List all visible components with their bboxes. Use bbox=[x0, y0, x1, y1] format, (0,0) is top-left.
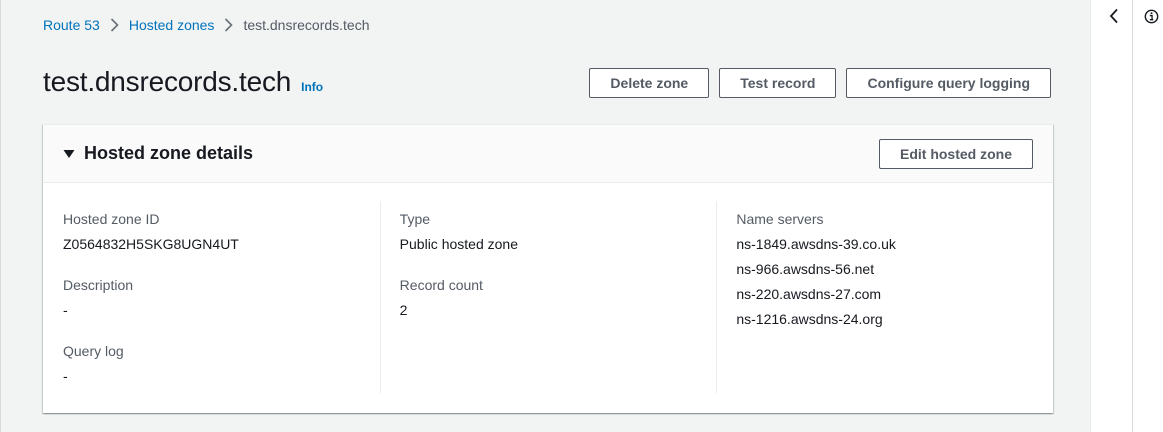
query-log-field: Query log - bbox=[63, 341, 360, 386]
hosted-zone-id-value: Z0564832H5SKG8UGN4UT bbox=[63, 236, 239, 252]
hosted-zone-id-label: Hosted zone ID bbox=[63, 211, 160, 227]
page-title: test.dnsrecords.tech bbox=[43, 66, 292, 97]
header-actions: Delete zone Test record Configure query … bbox=[589, 68, 1051, 98]
page-header: test.dnsrecords.tech Info bbox=[43, 66, 323, 98]
panel-body: Hosted zone ID Z0564832H5SKG8UGN4UT Desc… bbox=[43, 183, 1053, 413]
chevron-left-icon[interactable] bbox=[1105, 6, 1123, 26]
description-field: Description - bbox=[63, 275, 360, 320]
name-servers-field: Name servers ns-1849.awsdns-39.co.uk ns-… bbox=[736, 209, 1033, 329]
tools-rail bbox=[1090, 0, 1163, 432]
chevron-right-icon bbox=[110, 18, 119, 32]
name-server-item: ns-220.awsdns-27.com bbox=[736, 286, 882, 302]
name-servers-label: Name servers bbox=[736, 211, 824, 227]
breadcrumb: Route 53 Hosted zones test.dnsrecords.te… bbox=[43, 17, 370, 33]
name-server-item: ns-966.awsdns-56.net bbox=[736, 261, 875, 277]
panel-title: Hosted zone details bbox=[84, 143, 254, 163]
configure-query-logging-button[interactable]: Configure query logging bbox=[846, 68, 1051, 98]
hosted-zone-details-toggle[interactable]: Hosted zone details bbox=[63, 143, 253, 164]
query-log-label: Query log bbox=[63, 343, 124, 359]
caret-down-icon bbox=[63, 149, 75, 159]
name-server-item: ns-1216.awsdns-24.org bbox=[736, 311, 883, 327]
info-circle-icon[interactable] bbox=[1142, 7, 1160, 25]
breadcrumb-current: test.dnsrecords.tech bbox=[243, 17, 370, 33]
breadcrumb-route53[interactable]: Route 53 bbox=[43, 17, 100, 33]
rail-divider bbox=[1132, 0, 1133, 432]
query-log-value: - bbox=[63, 368, 68, 384]
info-link[interactable]: Info bbox=[301, 80, 323, 94]
type-label: Type bbox=[399, 211, 431, 227]
description-value: - bbox=[63, 302, 68, 318]
record-count-value: 2 bbox=[399, 302, 408, 318]
description-label: Description bbox=[63, 277, 134, 293]
main-content: Route 53 Hosted zones test.dnsrecords.te… bbox=[0, 0, 1090, 432]
type-field: Type Public hosted zone bbox=[400, 209, 697, 254]
details-column-3: Name servers ns-1849.awsdns-39.co.uk ns-… bbox=[716, 183, 1053, 413]
panel-header: Hosted zone details Edit hosted zone bbox=[43, 125, 1053, 183]
name-server-item: ns-1849.awsdns-39.co.uk bbox=[736, 236, 896, 252]
hosted-zone-details-panel: Hosted zone details Edit hosted zone Hos… bbox=[43, 124, 1053, 413]
chevron-right-icon bbox=[224, 18, 234, 32]
type-value: Public hosted zone bbox=[399, 236, 518, 252]
details-column-2: Type Public hosted zone Record count 2 bbox=[379, 183, 717, 413]
hosted-zone-id-field: Hosted zone ID Z0564832H5SKG8UGN4UT bbox=[63, 209, 360, 254]
test-record-button[interactable]: Test record bbox=[719, 68, 837, 98]
record-count-field: Record count 2 bbox=[400, 275, 697, 320]
record-count-label: Record count bbox=[399, 277, 483, 293]
breadcrumb-hosted-zones[interactable]: Hosted zones bbox=[129, 17, 215, 33]
details-column-1: Hosted zone ID Z0564832H5SKG8UGN4UT Desc… bbox=[43, 183, 380, 413]
edit-hosted-zone-button[interactable]: Edit hosted zone bbox=[879, 138, 1033, 169]
delete-zone-button[interactable]: Delete zone bbox=[589, 68, 710, 98]
